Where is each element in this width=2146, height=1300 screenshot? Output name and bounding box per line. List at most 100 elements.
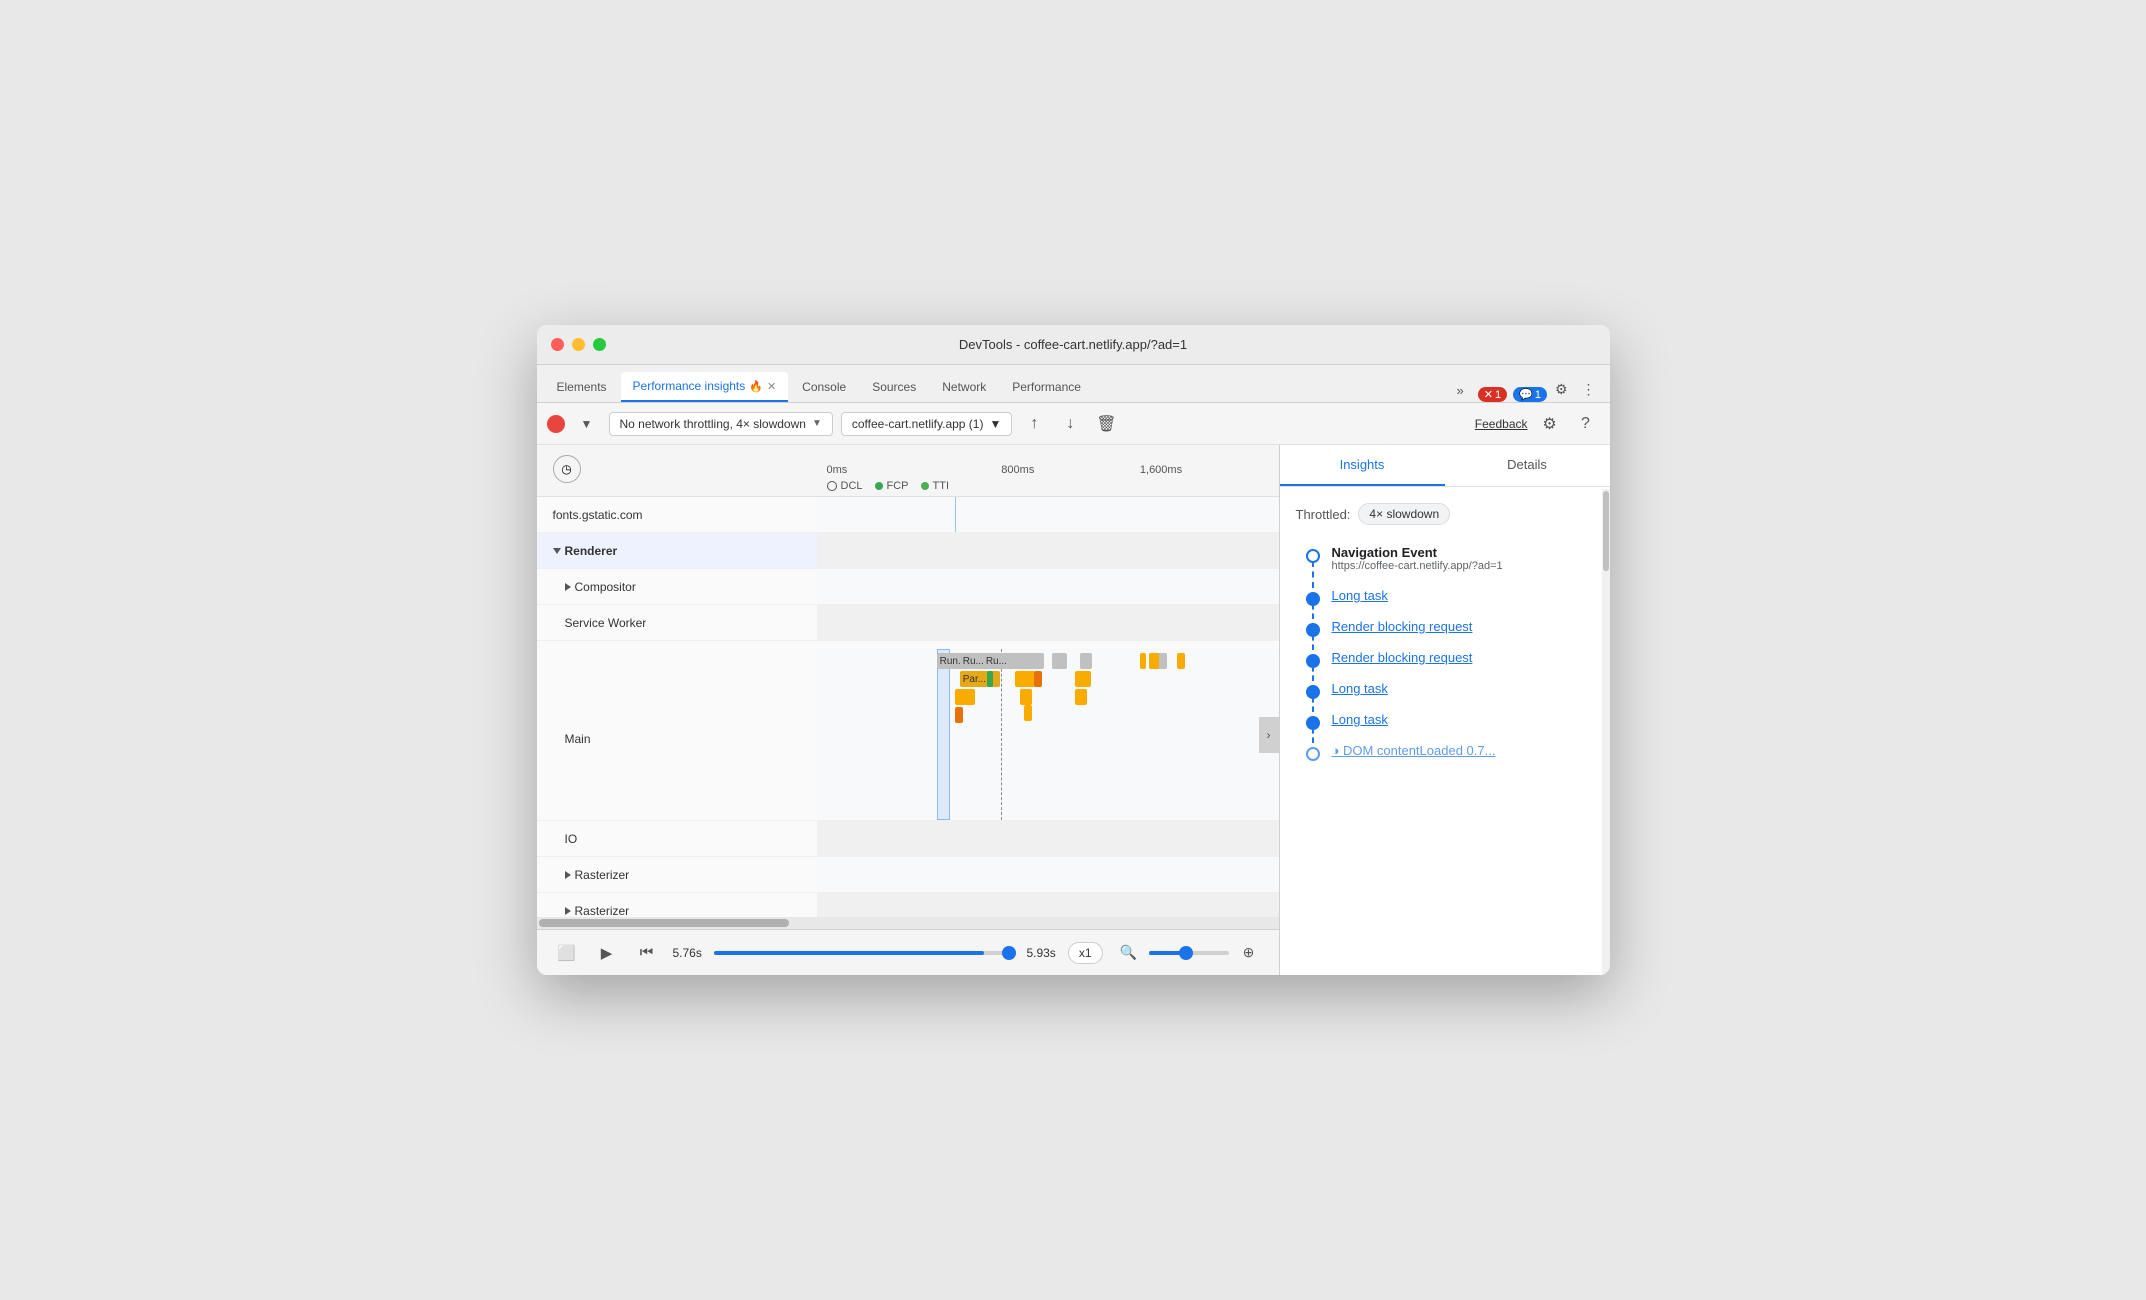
close-button[interactable] xyxy=(551,338,564,351)
throttled-value[interactable]: 4× slowdown xyxy=(1358,503,1450,525)
gear-icon[interactable]: ⚙ xyxy=(1536,410,1564,438)
info-badge[interactable]: 💬 1 xyxy=(1513,387,1547,402)
zoom-fill xyxy=(1149,951,1181,955)
record-button[interactable] xyxy=(547,415,565,433)
insights-body: Throttled: 4× slowdown Navigation Event … xyxy=(1280,487,1610,975)
long-task-1-item: Long task xyxy=(1304,588,1594,603)
flame-gray-5[interactable] xyxy=(1080,653,1092,669)
flame-run-2-label: Ru... xyxy=(963,656,984,667)
tti-dot xyxy=(921,482,929,490)
help-icon[interactable]: ? xyxy=(1572,410,1600,438)
flame-gray-4[interactable] xyxy=(1052,653,1067,669)
vertical-scrollbar[interactable] xyxy=(1602,489,1610,975)
maximize-button[interactable] xyxy=(593,338,606,351)
record-dropdown-btn[interactable]: ▼ xyxy=(573,410,601,438)
scrollbar-thumb[interactable] xyxy=(539,919,789,927)
rasterizer1-chevron-icon[interactable] xyxy=(565,871,571,879)
flame-mid-2[interactable] xyxy=(1020,689,1032,705)
minimize-button[interactable] xyxy=(572,338,585,351)
tab-console[interactable]: Console xyxy=(790,372,858,402)
long-task-2-link[interactable]: Long task xyxy=(1332,681,1594,696)
upload-icon[interactable]: ↑ xyxy=(1020,410,1048,438)
timeline-header: ◷ 0ms 800ms 1,600ms DCL xyxy=(537,445,1279,497)
dcl-marker: DCL xyxy=(827,480,863,492)
flame-far-1[interactable] xyxy=(1140,653,1146,669)
nav-event-title: Navigation Event xyxy=(1332,545,1594,560)
error-badge[interactable]: ✕ 1 xyxy=(1478,387,1507,402)
tab-performance-insights[interactable]: Performance insights 🔥 ✕ xyxy=(621,372,789,402)
flame-far-3[interactable] xyxy=(1177,653,1185,669)
tab-details[interactable]: Details xyxy=(1445,445,1610,486)
flame-g-1[interactable] xyxy=(987,671,993,687)
track-content-fonts[interactable] xyxy=(817,497,1279,532)
nav-event-url: https://coffee-cart.netlify.app/?ad=1 xyxy=(1332,560,1594,572)
render-block-1-link[interactable]: Render blocking request xyxy=(1332,619,1594,634)
rewind-icon[interactable]: ⏮ xyxy=(633,939,661,967)
tab-sources[interactable]: Sources xyxy=(860,372,928,402)
long-task-1-link[interactable]: Long task xyxy=(1332,588,1594,603)
flame-o-1[interactable] xyxy=(955,707,963,723)
track-content-rasterizer2[interactable] xyxy=(817,893,1279,917)
zoom-track[interactable] xyxy=(1149,951,1229,955)
track-area: fonts.gstatic.com Renderer xyxy=(537,497,1279,917)
time-slider[interactable] xyxy=(714,951,1015,955)
track-content-service-worker[interactable] xyxy=(817,605,1279,640)
flame-right-1[interactable] xyxy=(1075,671,1091,687)
error-count: 1 xyxy=(1495,389,1501,401)
track-row-main: Main Run... Ru... Ru... xyxy=(537,641,1279,821)
flame-mid-1[interactable] xyxy=(1015,671,1035,687)
zoom-thumb[interactable] xyxy=(1179,946,1193,960)
url-label: coffee-cart.netlify.app (1) xyxy=(852,417,984,431)
expand-right-btn[interactable]: › xyxy=(1259,717,1279,753)
flame-mid-3[interactable] xyxy=(1024,705,1032,721)
main-content: ◷ 0ms 800ms 1,600ms DCL xyxy=(537,445,1610,975)
screen-icon[interactable]: ⬜ xyxy=(553,939,581,967)
compositor-chevron-icon[interactable] xyxy=(565,583,571,591)
settings-icon[interactable]: ⚙ xyxy=(1549,377,1574,402)
more-tabs-button[interactable]: » xyxy=(1449,379,1472,402)
track-label-compositor: Compositor xyxy=(537,569,817,604)
renderer-chevron-icon[interactable] xyxy=(553,548,561,554)
flame-far-2[interactable] xyxy=(1149,653,1159,669)
menu-icon[interactable]: ⋮ xyxy=(1576,377,1602,402)
rasterizer1-label: Rasterizer xyxy=(575,868,630,882)
flame-right-2[interactable] xyxy=(1075,689,1087,705)
rasterizer2-chevron-icon[interactable] xyxy=(565,907,571,915)
zoom-in-icon[interactable]: ⊕ xyxy=(1235,939,1263,967)
track-content-renderer[interactable] xyxy=(817,533,1279,568)
render-block-2-link[interactable]: Render blocking request xyxy=(1332,650,1594,665)
url-arrow-icon: ▼ xyxy=(989,417,1001,431)
track-content-rasterizer1[interactable] xyxy=(817,857,1279,892)
url-dropdown[interactable]: coffee-cart.netlify.app (1) ▼ xyxy=(841,412,1013,436)
horizontal-scrollbar[interactable] xyxy=(537,917,1279,929)
time-start: 5.76s xyxy=(673,946,702,960)
play-icon[interactable]: ▶ xyxy=(593,939,621,967)
download-icon[interactable]: ↓ xyxy=(1056,410,1084,438)
flame-gray-3[interactable] xyxy=(1024,653,1044,669)
zoom-out-icon[interactable]: 🔍 xyxy=(1115,939,1143,967)
tab-performance[interactable]: Performance xyxy=(1000,372,1093,402)
tab-network[interactable]: Network xyxy=(930,372,998,402)
feedback-link[interactable]: Feedback xyxy=(1475,417,1528,431)
tab-close-icon[interactable]: ✕ xyxy=(767,380,776,393)
time-slider-thumb[interactable] xyxy=(1002,946,1016,960)
zoom-badge[interactable]: x1 xyxy=(1068,942,1103,964)
track-content-main[interactable]: Run... Ru... Ru... Par... xyxy=(817,649,1279,820)
tab-insights[interactable]: Insights xyxy=(1280,445,1445,486)
io-label: IO xyxy=(565,832,578,846)
dcl-label: DCL xyxy=(841,480,863,492)
flame-y-3[interactable] xyxy=(967,689,975,705)
record-state-icon: ◷ xyxy=(553,455,581,483)
dashed-marker xyxy=(1001,649,1002,820)
flame-par-label: Par... xyxy=(963,674,986,685)
track-content-compositor[interactable] xyxy=(817,569,1279,604)
flame-par[interactable]: Par... xyxy=(960,671,1000,687)
tab-elements[interactable]: Elements xyxy=(545,372,619,402)
vertical-scrollbar-thumb[interactable] xyxy=(1603,491,1609,571)
flame-mid-o[interactable] xyxy=(1034,671,1042,687)
long-task-3-link[interactable]: Long task xyxy=(1332,712,1594,727)
track-content-io[interactable] xyxy=(817,821,1279,856)
throttling-dropdown[interactable]: No network throttling, 4× slowdown ▼ xyxy=(609,412,833,436)
delete-icon[interactable]: 🗑 xyxy=(1092,410,1120,438)
dom-content-link[interactable]: ◑ DOM contentLoaded 0.7... xyxy=(1332,743,1594,758)
